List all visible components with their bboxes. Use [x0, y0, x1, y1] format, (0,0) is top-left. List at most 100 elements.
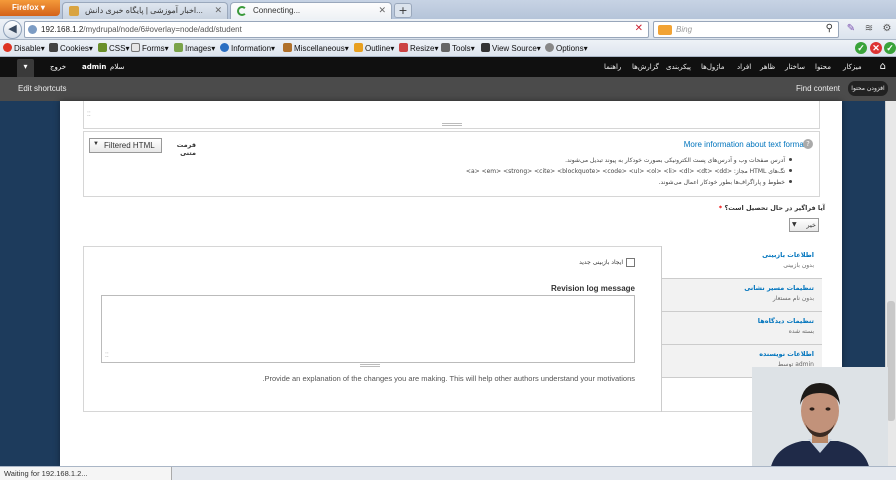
- menu-modules[interactable]: ماژول‌ها: [701, 63, 725, 71]
- revision-log-textarea[interactable]: ⁚⁚: [101, 295, 635, 367]
- body-textarea[interactable]: ⁚⁚: [83, 101, 820, 129]
- find-content-link[interactable]: Find content: [796, 84, 840, 93]
- vtab-comments-summary: بسته شده: [788, 328, 814, 335]
- webcam-overlay: [752, 367, 888, 471]
- firefox-menu-button[interactable]: Firefox ▾: [0, 0, 60, 16]
- devbar-miscellaneous[interactable]: Miscellaneous▾: [283, 43, 349, 53]
- shortcut-toggle-button[interactable]: ▾: [17, 59, 34, 77]
- disable-icon: [3, 43, 12, 52]
- devbar-information[interactable]: Information▾: [220, 43, 275, 53]
- url-path: /mydrupal/node/6#overlay=node/add/studen…: [83, 25, 242, 34]
- resize-corner-icon: ⁚⁚: [87, 111, 91, 118]
- format-tip-text: تگ‌های HTML مجاز: <a> <em> <strong> <cit…: [465, 168, 785, 175]
- devbar-options-label: Options: [556, 44, 584, 53]
- vtab-revision[interactable]: اطلاعات بازبینی بدون بازبینی: [662, 246, 822, 279]
- studying-question-label: آیا فراگیر در حال تحصیل است؟ *: [600, 204, 825, 212]
- devbar-forms[interactable]: Forms▾: [131, 43, 169, 53]
- studying-select[interactable]: ▼ خیر: [789, 218, 819, 232]
- status-text: Waiting for 192.168.1.2...: [0, 467, 172, 480]
- browser-titlebar: Firefox ▾ اخبار آموزشی | پایگاه خبری دان…: [0, 0, 896, 19]
- logout-link[interactable]: خروج: [50, 63, 66, 71]
- outline-icon: [354, 43, 363, 52]
- bing-icon: [658, 25, 672, 35]
- search-bar[interactable]: Bing ⚲: [653, 21, 839, 38]
- devbar-css-label: CSS: [109, 44, 126, 53]
- devbar-cookies[interactable]: Cookies▾: [49, 43, 93, 53]
- navigation-bar: ◀ 192.168.1.2/mydrupal/node/6#overlay=no…: [0, 19, 896, 40]
- vtab-revision-title: اطلاعات بازبینی: [762, 251, 814, 259]
- devbar-css[interactable]: CSS▾: [98, 43, 129, 53]
- vtab-comments-title: تنظیمات دیدگاه‌ها: [757, 317, 814, 325]
- shortcut-bar: Edit shortcuts Find content افزودن محتوا: [0, 77, 896, 101]
- devbar-options[interactable]: Options▾: [545, 43, 588, 53]
- back-button[interactable]: ◀: [3, 20, 22, 39]
- tab-connecting[interactable]: Connecting... ✕: [230, 2, 392, 19]
- scrollbar-thumb[interactable]: [887, 301, 895, 421]
- checkmark-icon[interactable]: ✓: [855, 42, 867, 54]
- resize-corner-icon: ⁚⁚: [105, 352, 109, 359]
- user-name[interactable]: admin: [82, 63, 106, 71]
- vtab-path[interactable]: تنظیمات مسیر نشانی بدون نام مستعار: [662, 279, 822, 312]
- home-icon[interactable]: ⌂: [880, 61, 886, 72]
- page-icon: [69, 6, 79, 16]
- tools-icon: [441, 43, 450, 52]
- menu-dashboard[interactable]: میزکار: [843, 63, 862, 71]
- new-revision-checkbox[interactable]: [626, 258, 635, 267]
- required-marker: *: [718, 204, 723, 212]
- new-tab-button[interactable]: +: [394, 3, 412, 18]
- close-icon[interactable]: ✕: [378, 5, 386, 16]
- vtab-comments[interactable]: تنظیمات دیدگاه‌ها بسته شده: [662, 312, 822, 345]
- format-tip-text: آدرس صفحات وب و آدرس‌های پست الکترونیکی …: [565, 157, 785, 164]
- vtab-author-title: اطلاعات نویسنده: [759, 350, 814, 358]
- devbar-outline[interactable]: Outline▾: [354, 43, 394, 53]
- status-bar: Waiting for 192.168.1.2...: [0, 466, 896, 480]
- menu-reports[interactable]: گزارش‌ها: [632, 63, 659, 71]
- menu-configuration[interactable]: پیکربندی: [666, 63, 691, 71]
- devbar-tools[interactable]: Tools▾: [441, 43, 475, 53]
- error-icon[interactable]: ✕: [870, 42, 882, 54]
- devbar-view-source[interactable]: View Source▾: [481, 43, 541, 53]
- search-icon[interactable]: ⚲: [826, 23, 833, 34]
- tab-connecting-label: Connecting...: [253, 6, 301, 15]
- info-icon: [220, 43, 229, 52]
- bullet-icon: [789, 158, 792, 161]
- url-bar[interactable]: 192.168.1.2/mydrupal/node/6#overlay=node…: [24, 21, 649, 38]
- format-tip: آدرس صفحات وب و آدرس‌های پست الکترونیکی …: [560, 157, 792, 164]
- devbar-images-label: Images: [185, 44, 212, 53]
- devbar-disable[interactable]: Disable▾: [3, 43, 45, 53]
- menu-appearance[interactable]: ظاهر: [760, 63, 775, 71]
- menu-structure[interactable]: ساختار: [785, 63, 805, 71]
- drupal-toolbar: ▾ خروج admin سلام میزکار محتوا ساختار ظا…: [0, 57, 896, 77]
- resize-icon: [399, 43, 408, 52]
- menu-people[interactable]: افراد: [737, 63, 751, 71]
- text-format-select[interactable]: ▼ Filtered HTML: [89, 138, 162, 153]
- pencil-icon[interactable]: ✎: [844, 22, 858, 36]
- menu-content[interactable]: محتوا: [815, 63, 831, 71]
- add-content-link[interactable]: افزودن محتوا: [848, 81, 888, 96]
- devbar-resize-label: Resize: [410, 44, 435, 53]
- devbar-images[interactable]: Images▾: [174, 43, 215, 53]
- feed-icon[interactable]: ≋: [862, 22, 876, 36]
- text-format-value: Filtered HTML: [104, 141, 155, 150]
- vtab-path-summary: بدون نام مستعار: [772, 295, 814, 302]
- valid-icon[interactable]: ✓: [884, 42, 896, 54]
- devbar-resize[interactable]: Resize▾: [399, 43, 438, 53]
- format-tip-text: خطوط و پاراگراف‌ها بطور خودکار اعمال می‌…: [658, 179, 785, 186]
- close-icon[interactable]: ✕: [214, 5, 222, 16]
- addon-icon[interactable]: ⚙: [880, 22, 894, 36]
- edit-shortcuts-link[interactable]: Edit shortcuts: [18, 84, 66, 93]
- tab-news[interactable]: اخبار آموزشی | پایگاه خبری دانش... ✕: [62, 2, 228, 19]
- menu-help[interactable]: راهنما: [604, 63, 621, 71]
- devbar-miscellaneous-label: Miscellaneous: [294, 44, 345, 53]
- user-greeting: سلام: [110, 63, 125, 71]
- bullet-icon: [789, 180, 792, 183]
- more-info-link[interactable]: More information about text formats: [640, 140, 810, 149]
- textarea-resize-handle[interactable]: [360, 364, 380, 367]
- help-icon[interactable]: ?: [803, 139, 813, 149]
- stop-icon[interactable]: ✕: [635, 23, 643, 34]
- firefox-menu-label: Firefox: [12, 3, 39, 12]
- chevron-down-icon: ▼: [93, 141, 99, 147]
- view-source-icon: [481, 43, 490, 52]
- misc-icon: [283, 43, 292, 52]
- textarea-resize-handle[interactable]: [442, 123, 462, 126]
